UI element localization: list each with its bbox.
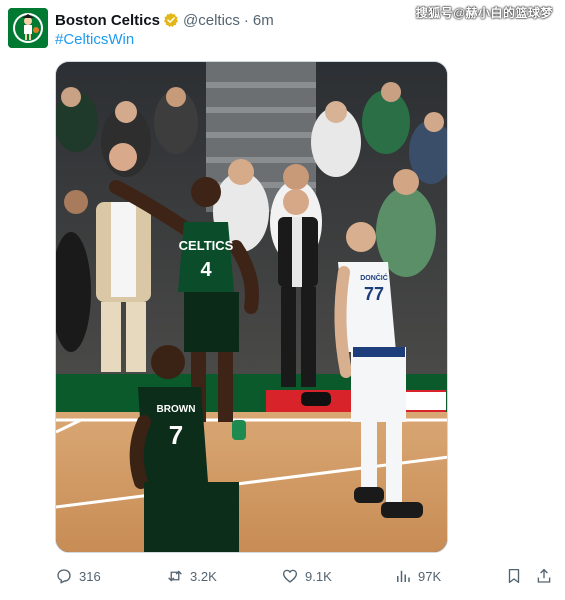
display-name[interactable]: Boston Celtics: [55, 12, 160, 29]
tweet-photo[interactable]: CELTICS 4 BROWN 7 77 DONČIĆ: [55, 61, 448, 553]
svg-text:DONČIĆ: DONČIĆ: [360, 273, 388, 282]
tweet-card[interactable]: Boston Celtics @celtics · 6m 搜狐号@赫小白的篮球梦…: [0, 0, 565, 600]
hashtag-link[interactable]: #CelticsWin: [55, 31, 134, 48]
retweet-arrows-icon: [168, 570, 182, 582]
share-upload-icon: [537, 568, 551, 583]
views-button[interactable]: 97K: [394, 565, 441, 587]
bookmark-button[interactable]: [505, 565, 523, 587]
user-handle[interactable]: @celtics: [183, 12, 240, 29]
tweet-header: Boston Celtics @celtics · 6m: [55, 10, 274, 30]
basketball-photo: CELTICS 4 BROWN 7 77 DONČIĆ: [56, 62, 447, 552]
retweet-button[interactable]: 3.2K: [166, 565, 217, 587]
tweet-timestamp[interactable]: 6m: [253, 12, 274, 29]
svg-text:4: 4: [200, 259, 212, 281]
svg-text:BROWN: BROWN: [157, 404, 196, 415]
bookmark-icon: [508, 568, 520, 584]
reply-count: 316: [79, 568, 101, 584]
svg-text:7: 7: [169, 420, 183, 450]
views-count: 97K: [418, 568, 442, 584]
reply-button[interactable]: 316: [55, 565, 101, 587]
svg-text:77: 77: [364, 284, 384, 304]
like-count: 9.1K: [305, 568, 332, 584]
bar-chart-icon: [397, 570, 410, 582]
celtics-logo-icon: [8, 8, 48, 48]
speech-bubble-icon: [57, 569, 71, 584]
share-button[interactable]: [535, 565, 553, 587]
svg-text:CELTICS: CELTICS: [179, 238, 234, 253]
dot-separator: ·: [243, 11, 249, 29]
heart-icon: [282, 569, 298, 583]
watermark: 搜狐号@赫小白的篮球梦: [415, 6, 553, 20]
celtics-logo-avatar[interactable]: [8, 8, 48, 48]
like-button[interactable]: 9.1K: [281, 565, 332, 587]
verified-badge-icon: [164, 13, 179, 28]
retweet-count: 3.2K: [190, 568, 217, 584]
tweet-actions-bar: 316 3.2K 9.1K 97K: [55, 565, 555, 587]
